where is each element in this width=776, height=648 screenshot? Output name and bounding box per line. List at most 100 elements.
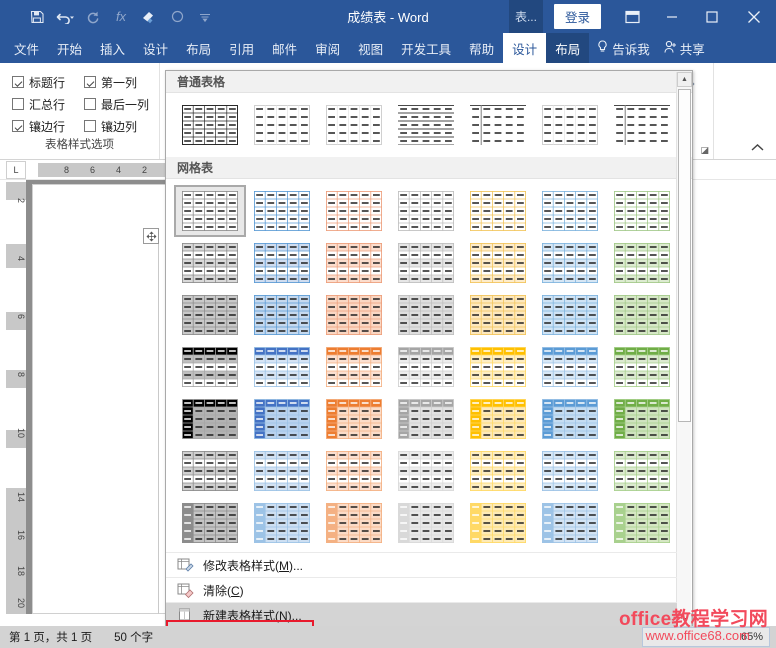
tab-developer[interactable]: 开发工具	[392, 33, 460, 63]
tab-review[interactable]: 审阅	[306, 33, 349, 63]
table-style-thumb-grid-r4-c2[interactable]	[246, 341, 318, 393]
dialog-launcher-icon[interactable]: ◪	[700, 145, 709, 156]
table-style-thumb-grid-r2-c3[interactable]	[318, 237, 390, 289]
scrollbar-thumb[interactable]	[678, 89, 691, 422]
table-style-thumb-grid-r1-c5[interactable]	[462, 185, 534, 237]
format-painter-icon[interactable]	[136, 5, 162, 29]
table-style-thumb-grid-r2-c5[interactable]	[462, 237, 534, 289]
document-page[interactable]	[32, 184, 166, 614]
table-style-thumb-grid-r5-c6[interactable]	[534, 393, 606, 445]
table-style-thumb-grid-r1-c2[interactable]	[246, 185, 318, 237]
table-style-thumb-grid-r6-c1[interactable]	[174, 445, 246, 497]
sign-in-button[interactable]: 登录	[553, 4, 601, 29]
table-style-thumb-grid-r4-c4[interactable]	[390, 341, 462, 393]
table-style-thumb-grid-r6-c4[interactable]	[390, 445, 462, 497]
table-style-thumb-plain-4[interactable]	[390, 99, 462, 151]
table-style-thumb-grid-r4-c6[interactable]	[534, 341, 606, 393]
tab-design[interactable]: 设计	[134, 33, 177, 63]
checkbox-last-column[interactable]: 最后一列	[84, 96, 162, 113]
table-style-thumb-grid-r2-c7[interactable]	[606, 237, 678, 289]
table-style-thumb-grid-r6-c5[interactable]	[462, 445, 534, 497]
menu-item-new-table-style[interactable]: 新建表格样式(N)...	[166, 602, 677, 627]
table-style-thumb-grid-r2-c1[interactable]	[174, 237, 246, 289]
vertical-ruler[interactable]: 2 4 6 8 10 14 16 18 20	[6, 182, 26, 614]
table-style-thumb-plain-7[interactable]	[606, 99, 678, 151]
checkbox-total-row[interactable]: 汇总行	[12, 96, 84, 113]
table-move-handle[interactable]	[143, 228, 159, 244]
table-style-thumb-grid-r2-c2[interactable]	[246, 237, 318, 289]
ribbon-display-options-icon[interactable]	[612, 0, 652, 33]
table-style-thumb-grid-r7-c6[interactable]	[534, 497, 606, 549]
tab-table-layout[interactable]: 布局	[546, 33, 590, 63]
table-style-thumb-grid-r4-c7[interactable]	[606, 341, 678, 393]
table-style-thumb-grid-r7-c3[interactable]	[318, 497, 390, 549]
table-style-thumb-grid-r7-c2[interactable]	[246, 497, 318, 549]
word-count[interactable]: 50 个字	[92, 629, 153, 645]
tab-stop-selector[interactable]: L	[6, 161, 26, 179]
table-style-thumb-grid-r2-c4[interactable]	[390, 237, 462, 289]
tab-mailings[interactable]: 邮件	[263, 33, 306, 63]
table-style-thumb-plain-3[interactable]	[318, 99, 390, 151]
tab-layout[interactable]: 布局	[177, 33, 220, 63]
close-icon[interactable]	[732, 0, 776, 33]
redo-icon[interactable]	[80, 5, 106, 29]
table-style-thumb-grid-r5-c2[interactable]	[246, 393, 318, 445]
table-style-thumb-grid-r5-c3[interactable]	[318, 393, 390, 445]
table-style-thumb-grid-r5-c7[interactable]	[606, 393, 678, 445]
tab-references[interactable]: 引用	[220, 33, 263, 63]
tab-insert[interactable]: 插入	[91, 33, 134, 63]
table-style-thumb-grid-r3-c6[interactable]	[534, 289, 606, 341]
table-style-thumb-grid-r1-c6[interactable]	[534, 185, 606, 237]
table-style-thumb-grid-r7-c4[interactable]	[390, 497, 462, 549]
table-style-thumb-plain-1[interactable]	[174, 99, 246, 151]
checkbox-banded-columns[interactable]: 镶边列	[84, 118, 162, 135]
table-style-thumb-grid-r6-c7[interactable]	[606, 445, 678, 497]
menu-item-clear[interactable]: 清除(C)	[166, 577, 677, 602]
table-style-thumb-grid-r1-c3[interactable]	[318, 185, 390, 237]
table-style-thumb-grid-r7-c7[interactable]	[606, 497, 678, 549]
table-style-thumb-grid-r5-c5[interactable]	[462, 393, 534, 445]
menu-item-modify-table-style[interactable]: 修改表格样式(M)...	[166, 552, 677, 577]
table-style-thumb-grid-r4-c5[interactable]	[462, 341, 534, 393]
tell-me-box[interactable]: 告诉我	[589, 33, 658, 63]
table-style-thumb-plain-5[interactable]	[462, 99, 534, 151]
table-style-thumb-grid-r4-c3[interactable]	[318, 341, 390, 393]
minimize-icon[interactable]	[652, 0, 692, 33]
table-style-thumb-grid-r5-c1[interactable]	[174, 393, 246, 445]
checkbox-banded-rows[interactable]: 镶边行	[12, 118, 84, 135]
table-style-thumb-plain-6[interactable]	[534, 99, 606, 151]
table-style-thumb-grid-r3-c1[interactable]	[174, 289, 246, 341]
gallery-scrollbar[interactable]: ▲ ▼	[676, 72, 692, 628]
table-style-thumb-grid-r1-c7[interactable]	[606, 185, 678, 237]
page-indicator[interactable]: 第 1 页，共 1 页	[0, 629, 92, 645]
function-icon[interactable]: fx	[108, 5, 134, 29]
circle-icon[interactable]	[164, 5, 190, 29]
table-style-thumb-grid-r6-c2[interactable]	[246, 445, 318, 497]
table-style-thumb-grid-r2-c6[interactable]	[534, 237, 606, 289]
maximize-icon[interactable]	[692, 0, 732, 33]
tab-file[interactable]: 文件	[0, 33, 48, 63]
tab-help[interactable]: 帮助	[460, 33, 503, 63]
table-style-thumb-grid-r3-c4[interactable]	[390, 289, 462, 341]
table-style-thumb-grid-r3-c5[interactable]	[462, 289, 534, 341]
table-style-thumb-grid-r1-c1[interactable]	[174, 185, 246, 237]
collapse-ribbon-icon[interactable]	[751, 143, 764, 155]
table-style-thumb-grid-r1-c4[interactable]	[390, 185, 462, 237]
table-style-thumb-grid-r5-c4[interactable]	[390, 393, 462, 445]
undo-icon[interactable]	[52, 5, 78, 29]
scroll-up-icon[interactable]: ▲	[677, 72, 692, 87]
customize-qat-icon[interactable]	[192, 5, 218, 29]
table-style-thumb-plain-2[interactable]	[246, 99, 318, 151]
save-icon[interactable]	[24, 5, 50, 29]
table-style-thumb-grid-r7-c5[interactable]	[462, 497, 534, 549]
tab-home[interactable]: 开始	[48, 33, 91, 63]
table-style-thumb-grid-r3-c2[interactable]	[246, 289, 318, 341]
tab-table-design[interactable]: 设计	[503, 33, 547, 63]
table-style-thumb-grid-r4-c1[interactable]	[174, 341, 246, 393]
share-button[interactable]: 共享	[658, 33, 715, 63]
checkbox-first-column[interactable]: 第一列	[84, 74, 162, 91]
table-style-thumb-grid-r3-c7[interactable]	[606, 289, 678, 341]
table-style-thumb-grid-r3-c3[interactable]	[318, 289, 390, 341]
tab-view[interactable]: 视图	[349, 33, 392, 63]
table-style-thumb-grid-r7-c1[interactable]	[174, 497, 246, 549]
